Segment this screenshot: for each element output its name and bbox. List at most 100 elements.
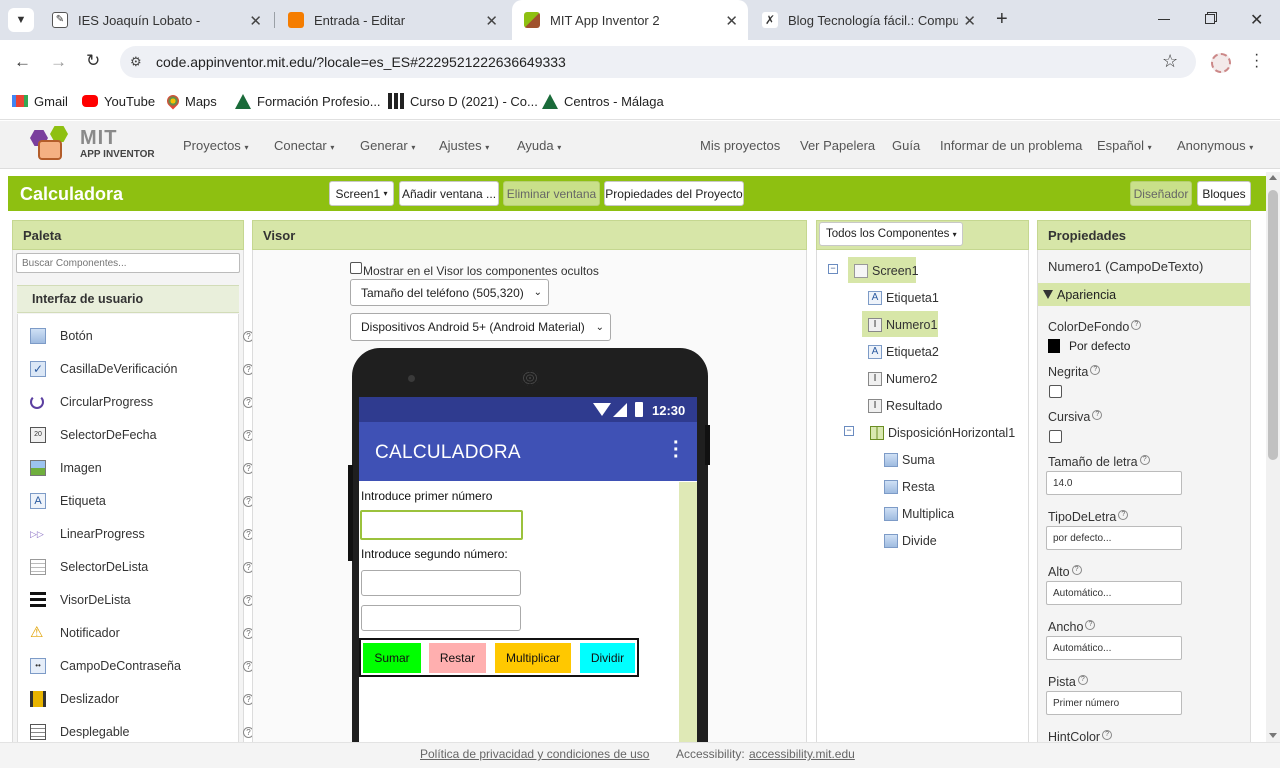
project-properties-button[interactable]: Propiedades del Proyecto: [604, 181, 744, 206]
bookmark-gmail[interactable]: Gmail: [12, 92, 68, 110]
designer-button[interactable]: Diseñador: [1130, 181, 1192, 206]
collapse-screen-icon[interactable]: −: [828, 264, 838, 274]
restore-icon[interactable]: [1205, 14, 1215, 24]
prop-italic-checkbox[interactable]: [1049, 430, 1062, 443]
bookmark-curso[interactable]: Curso D (2021) - Co...: [388, 92, 538, 110]
remove-screen-button[interactable]: Eliminar ventana: [503, 181, 600, 206]
prop-typeface-input[interactable]: por defecto...: [1046, 526, 1182, 550]
scroll-down-icon[interactable]: [1269, 733, 1277, 738]
add-screen-button[interactable]: Añadir ventana ...: [399, 181, 499, 206]
tree-item-disposicion[interactable]: DisposiciónHorizontal1: [870, 422, 1015, 444]
menu-ajustes[interactable]: Ajustes ▾: [439, 138, 489, 153]
blog-icon: ✗: [762, 12, 778, 28]
bookmark-centros[interactable]: Centros - Málaga: [542, 92, 664, 110]
link-mis-proyectos[interactable]: Mis proyectos: [700, 138, 780, 153]
tree-item-etiqueta1[interactable]: A Etiqueta1: [868, 287, 939, 309]
prop-bold-label: Negrita?: [1048, 365, 1101, 379]
minimize-icon[interactable]: [1158, 19, 1170, 20]
help-icon[interactable]: ?: [1071, 565, 1082, 575]
color-swatch[interactable]: [1048, 339, 1060, 353]
menu-conectar[interactable]: Conectar ▾: [274, 138, 334, 153]
menu-idioma[interactable]: Español ▾: [1097, 138, 1152, 153]
button-resta[interactable]: Restar: [429, 643, 486, 673]
page-scrollbar-thumb[interactable]: [1268, 190, 1278, 460]
help-icon[interactable]: ?: [1077, 675, 1088, 685]
tree-item-divide[interactable]: Divide: [884, 530, 937, 552]
tree-item-multiplica[interactable]: Multiplica: [884, 503, 954, 525]
blocks-button[interactable]: Bloques: [1197, 181, 1251, 206]
prop-fontsize-input[interactable]: 14.0: [1046, 471, 1182, 495]
link-ver-papelera[interactable]: Ver Papelera: [800, 138, 875, 153]
phone-size-select[interactable]: Tamaño del teléfono (505,320) ⌄: [350, 279, 549, 306]
tab-app-inventor[interactable]: MIT App Inventor 2 ✕: [512, 0, 748, 40]
help-icon[interactable]: ?: [1131, 320, 1142, 330]
bookmark-youtube[interactable]: YouTube: [82, 92, 155, 110]
close-icon[interactable]: ✕: [249, 12, 262, 30]
tab-blog[interactable]: ✗ Blog Tecnología fácil.: Comput ✕: [750, 0, 986, 40]
tab-blogger[interactable]: Entrada - Editar ✕: [276, 0, 508, 40]
help-icon[interactable]: ?: [1092, 410, 1103, 420]
button-icon: [30, 328, 46, 344]
help-icon[interactable]: ?: [1118, 510, 1129, 520]
bookmark-maps[interactable]: Maps: [164, 92, 217, 110]
screen-select-button[interactable]: Screen1 ▾: [329, 181, 394, 206]
tree-item-suma[interactable]: Suma: [884, 449, 935, 471]
tree-item-numero2[interactable]: I Numero2: [868, 368, 937, 390]
new-tab-button[interactable]: +: [996, 8, 1008, 31]
forward-icon[interactable]: →: [50, 52, 67, 72]
tab-title: Entrada - Editar: [314, 12, 406, 28]
close-icon[interactable]: ✕: [963, 12, 976, 30]
prop-width-input[interactable]: Automático...: [1046, 636, 1182, 660]
prop-hint-input[interactable]: Primer número: [1046, 691, 1182, 715]
tab-ies[interactable]: ✎ IES Joaquín Lobato - ✕: [40, 0, 272, 40]
button-suma[interactable]: Sumar: [363, 643, 421, 673]
tab-search-button[interactable]: ▼: [8, 8, 34, 32]
bookmark-star-icon[interactable]: ☆: [1162, 51, 1178, 72]
textbox-numero2[interactable]: [361, 570, 521, 596]
tree-item-etiqueta2[interactable]: A Etiqueta2: [868, 341, 939, 363]
profile-avatar[interactable]: [1211, 53, 1231, 73]
textbox-numero1[interactable]: [360, 510, 523, 540]
link-informar-problema[interactable]: Informar de un problema: [940, 138, 1082, 153]
prop-bgcolor-value[interactable]: Por defecto: [1069, 339, 1130, 353]
url-bar[interactable]: ⚙ code.appinventor.mit.edu/?locale=es_ES…: [120, 46, 1196, 78]
scroll-up-icon[interactable]: [1269, 175, 1277, 180]
show-hidden-checkbox[interactable]: [350, 262, 362, 274]
help-icon[interactable]: ?: [1085, 620, 1096, 630]
theme-select[interactable]: Dispositivos Android 5+ (Android Materia…: [350, 313, 611, 341]
palette-search-input[interactable]: [16, 253, 240, 273]
menu-dots-icon[interactable]: · · ·: [1254, 47, 1259, 75]
help-icon[interactable]: ?: [1102, 730, 1113, 740]
close-icon[interactable]: ✕: [725, 12, 738, 30]
site-info-icon[interactable]: ⚙: [130, 54, 142, 70]
link-guia[interactable]: Guía: [892, 138, 920, 153]
prop-height-input[interactable]: Automático...: [1046, 581, 1182, 605]
reload-icon[interactable]: ↻: [86, 51, 100, 71]
tree-item-numero1[interactable]: I Numero1: [868, 314, 937, 336]
menu-usuario[interactable]: Anonymous ▾: [1177, 138, 1253, 153]
overflow-menu-icon[interactable]: · · ·: [673, 433, 680, 467]
components-dropdown[interactable]: Todos los Componentes ▾: [819, 222, 963, 246]
tree-item-resta[interactable]: Resta: [884, 476, 935, 498]
button-multiplica[interactable]: Multiplicar: [495, 643, 571, 673]
mit-logo[interactable]: MIT APP INVENTOR: [28, 124, 158, 164]
menu-proyectos[interactable]: Proyectos ▾: [183, 138, 248, 153]
close-icon[interactable]: ✕: [485, 12, 498, 30]
privacy-link[interactable]: Política de privacidad y condiciones de …: [420, 747, 649, 761]
tree-item-resultado[interactable]: I Resultado: [868, 395, 942, 417]
menu-ayuda[interactable]: Ayuda ▾: [517, 138, 561, 153]
textbox-resultado[interactable]: [361, 605, 521, 631]
prop-bold-checkbox[interactable]: [1049, 385, 1062, 398]
tree-item-screen1[interactable]: Screen1: [854, 260, 919, 282]
help-icon[interactable]: ?: [1090, 365, 1101, 375]
help-icon[interactable]: ?: [1139, 455, 1150, 465]
bookmark-formacion[interactable]: Formación Profesio...: [235, 92, 381, 110]
collapse-layout-icon[interactable]: −: [844, 426, 854, 436]
menu-generar[interactable]: Generar ▾: [360, 138, 415, 153]
button-divide[interactable]: Dividir: [580, 643, 635, 673]
back-icon[interactable]: ←: [14, 52, 31, 72]
window-close-icon[interactable]: ✕: [1250, 10, 1263, 30]
screen-scrollbar[interactable]: [679, 482, 697, 744]
palette-header: Paleta: [12, 220, 244, 250]
accessibility-link[interactable]: accessibility.mit.edu: [749, 747, 855, 761]
